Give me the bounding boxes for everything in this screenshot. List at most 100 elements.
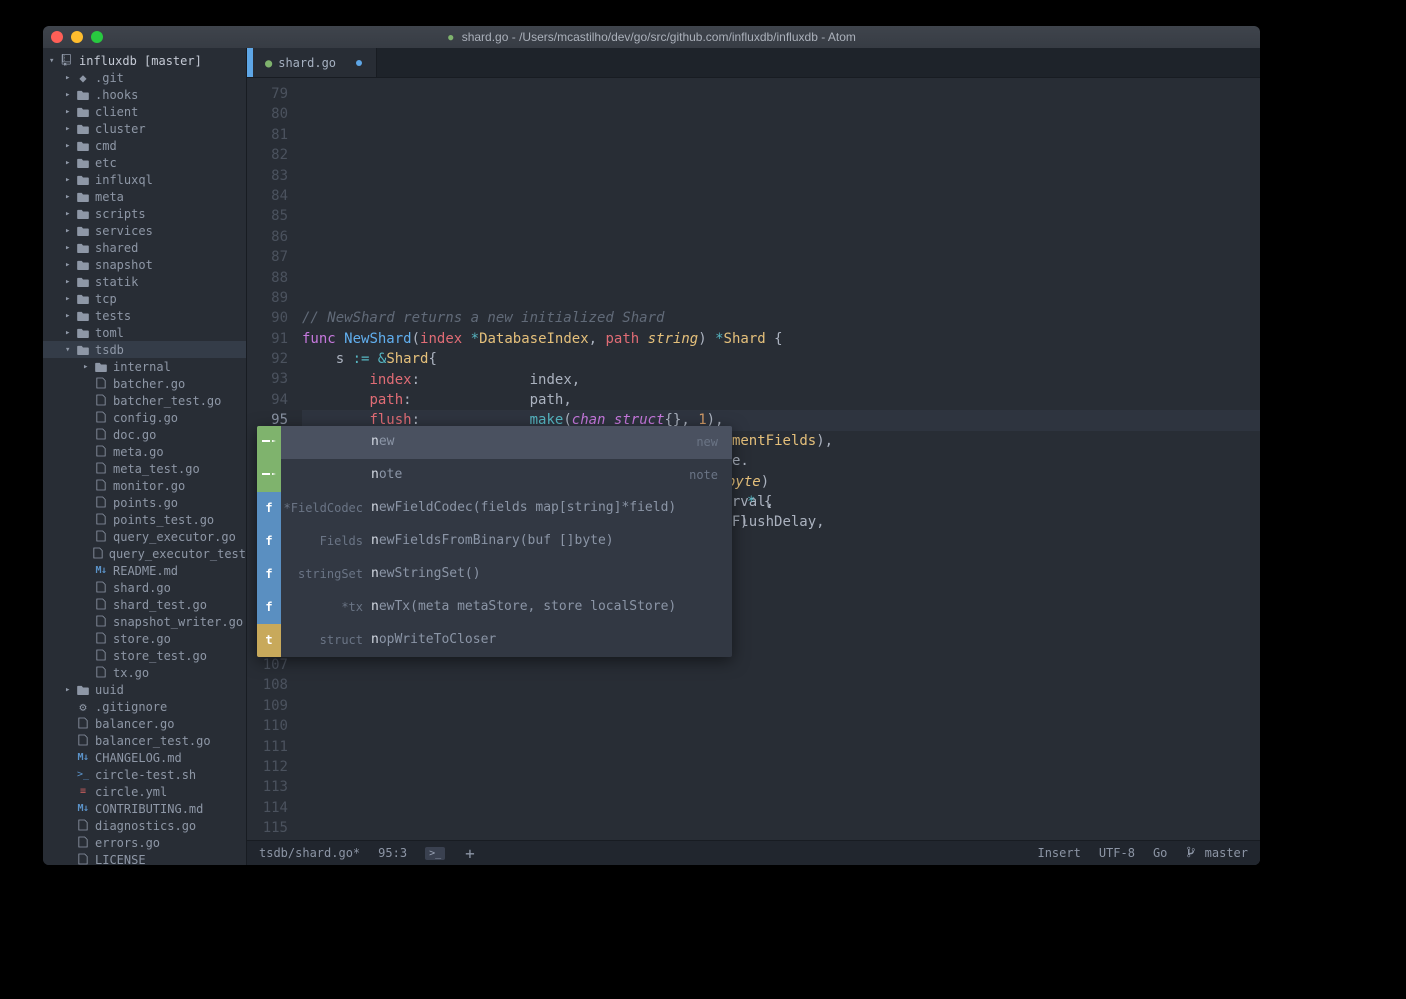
tree-folder[interactable]: ▸.hooks	[43, 86, 246, 103]
status-file-path[interactable]: tsdb/shard.go*	[259, 846, 360, 860]
tree-folder[interactable]: ▸scripts	[43, 205, 246, 222]
tree-file[interactable]: points.go	[43, 494, 246, 511]
disclosure-icon[interactable]: ▸	[65, 685, 75, 695]
code-line[interactable]: func NewShard(index *DatabaseIndex, path…	[302, 329, 1260, 349]
autocomplete-item[interactable]: fstringSetnewStringSet()	[257, 558, 732, 591]
tree-folder[interactable]: ▸cmd	[43, 137, 246, 154]
code-line[interactable]	[302, 839, 1260, 840]
tree-folder[interactable]: ▸uuid	[43, 681, 246, 698]
tree-folder[interactable]: ▸shared	[43, 239, 246, 256]
code-line[interactable]	[302, 777, 1260, 797]
tree-file[interactable]: shard.go	[43, 579, 246, 596]
status-grammar[interactable]: Go	[1153, 846, 1167, 860]
tree-file[interactable]: store_test.go	[43, 647, 246, 664]
status-encoding[interactable]: UTF-8	[1099, 846, 1135, 860]
code-line[interactable]	[302, 757, 1260, 777]
tree-file[interactable]: ⚙.gitignore	[43, 698, 246, 715]
code-line[interactable]	[302, 655, 1260, 675]
tree-file[interactable]: tx.go	[43, 664, 246, 681]
disclosure-icon[interactable]: ▸	[65, 175, 75, 185]
status-cursor-pos[interactable]: 95:3	[378, 846, 407, 860]
autocomplete-item[interactable]: tstructnopWriteToCloser	[257, 624, 732, 657]
tree-file[interactable]: errors.go	[43, 834, 246, 851]
disclosure-icon[interactable]: ▸	[65, 226, 75, 236]
status-git-branch[interactable]: master	[1185, 846, 1248, 860]
tree-file[interactable]: meta_test.go	[43, 460, 246, 477]
code-line[interactable]	[302, 818, 1260, 838]
tree-file[interactable]: M↓CHANGELOG.md	[43, 749, 246, 766]
autocomplete-item[interactable]: notenote	[257, 459, 732, 492]
disclosure-icon[interactable]: ▸	[65, 158, 75, 168]
code-line[interactable]: path: path,	[302, 390, 1260, 410]
code-line[interactable]	[302, 675, 1260, 695]
file-tree[interactable]: ▾ influxdb [master] ▸◆.git▸.hooks▸client…	[43, 48, 247, 865]
status-bar[interactable]: tsdb/shard.go* 95:3 >_+ Insert UTF-8 Go …	[247, 840, 1260, 865]
disclosure-icon[interactable]: ▸	[65, 243, 75, 253]
tree-file[interactable]: doc.go	[43, 426, 246, 443]
tree-folder[interactable]: ▸◆.git	[43, 69, 246, 86]
tree-folder[interactable]: ▸toml	[43, 324, 246, 341]
tree-file[interactable]: >_circle-test.sh	[43, 766, 246, 783]
tree-folder[interactable]: ▸etc	[43, 154, 246, 171]
code-line[interactable]	[302, 696, 1260, 716]
tree-file[interactable]: batcher_test.go	[43, 392, 246, 409]
tree-file[interactable]: diagnostics.go	[43, 817, 246, 834]
tree-file[interactable]: M↓README.md	[43, 562, 246, 579]
autocomplete-popup[interactable]: newnewnotenotef*FieldCodecnewFieldCodec(…	[257, 426, 732, 657]
tree-file[interactable]: query_executor_test	[43, 545, 246, 562]
tree-folder[interactable]: ▸cluster	[43, 120, 246, 137]
tree-file[interactable]: batcher.go	[43, 375, 246, 392]
disclosure-icon[interactable]: ▾	[65, 345, 75, 355]
tree-folder[interactable]: ▸influxql	[43, 171, 246, 188]
disclosure-icon[interactable]: ▸	[65, 73, 75, 83]
disclosure-icon[interactable]: ▸	[65, 311, 75, 321]
code-area[interactable]: e. byte) * { ) // NewShard returns a new…	[302, 78, 1260, 840]
tree-folder[interactable]: ▸meta	[43, 188, 246, 205]
tree-folder[interactable]: ▸services	[43, 222, 246, 239]
tree-file[interactable]: monitor.go	[43, 477, 246, 494]
tree-file[interactable]: query_executor.go	[43, 528, 246, 545]
disclosure-icon[interactable]: ▸	[65, 277, 75, 287]
tree-file[interactable]: store.go	[43, 630, 246, 647]
disclosure-icon[interactable]: ▸	[65, 90, 75, 100]
tree-file[interactable]: LICENSE	[43, 851, 246, 865]
disclosure-icon[interactable]: ▸	[65, 107, 75, 117]
autocomplete-item[interactable]: f*FieldCodecnewFieldCodec(fields map[str…	[257, 492, 732, 525]
tree-folder[interactable]: ▸statik	[43, 273, 246, 290]
code-line[interactable]: // NewShard returns a new initialized Sh…	[302, 308, 1260, 328]
tree-file[interactable]: meta.go	[43, 443, 246, 460]
code-line[interactable]	[302, 737, 1260, 757]
code-line[interactable]: s := &Shard{	[302, 349, 1260, 369]
disclosure-icon[interactable]: ▸	[65, 260, 75, 270]
code-editor[interactable]: 7980818283848586878889909192939495969798…	[247, 78, 1260, 840]
close-button[interactable]	[51, 31, 63, 43]
disclosure-icon[interactable]: ▸	[65, 294, 75, 304]
autocomplete-item[interactable]: newnew	[257, 426, 732, 459]
tree-folder[interactable]: ▾tsdb	[43, 341, 246, 358]
disclosure-icon[interactable]: ▾	[49, 56, 59, 66]
tree-file[interactable]: snapshot_writer.go	[43, 613, 246, 630]
maximize-button[interactable]	[91, 31, 103, 43]
disclosure-icon[interactable]: ▸	[65, 192, 75, 202]
terminal-icon[interactable]: >_	[425, 847, 445, 860]
autocomplete-item[interactable]: fFieldsnewFieldsFromBinary(buf []byte)	[257, 525, 732, 558]
tree-file[interactable]: shard_test.go	[43, 596, 246, 613]
autocomplete-item[interactable]: f*txnewTx(meta metaStore, store localSto…	[257, 591, 732, 624]
tree-folder[interactable]: ▸tests	[43, 307, 246, 324]
titlebar[interactable]: ● shard.go - /Users/mcastilho/dev/go/src…	[43, 26, 1260, 48]
tree-file[interactable]: config.go	[43, 409, 246, 426]
tree-file[interactable]: M↓CONTRIBUTING.md	[43, 800, 246, 817]
tree-file[interactable]: balancer.go	[43, 715, 246, 732]
disclosure-icon[interactable]: ▸	[65, 209, 75, 219]
code-line[interactable]	[302, 288, 1260, 308]
disclosure-icon[interactable]: ▸	[65, 328, 75, 338]
minimize-button[interactable]	[71, 31, 83, 43]
tree-folder[interactable]: ▸internal	[43, 358, 246, 375]
project-root[interactable]: ▾ influxdb [master]	[43, 52, 246, 69]
code-line[interactable]: index: index,	[302, 370, 1260, 390]
code-line[interactable]	[302, 798, 1260, 818]
disclosure-icon[interactable]: ▸	[83, 362, 93, 372]
tree-folder[interactable]: ▸tcp	[43, 290, 246, 307]
code-line[interactable]	[302, 716, 1260, 736]
tab-bar[interactable]: ● shard.go	[247, 48, 1260, 78]
